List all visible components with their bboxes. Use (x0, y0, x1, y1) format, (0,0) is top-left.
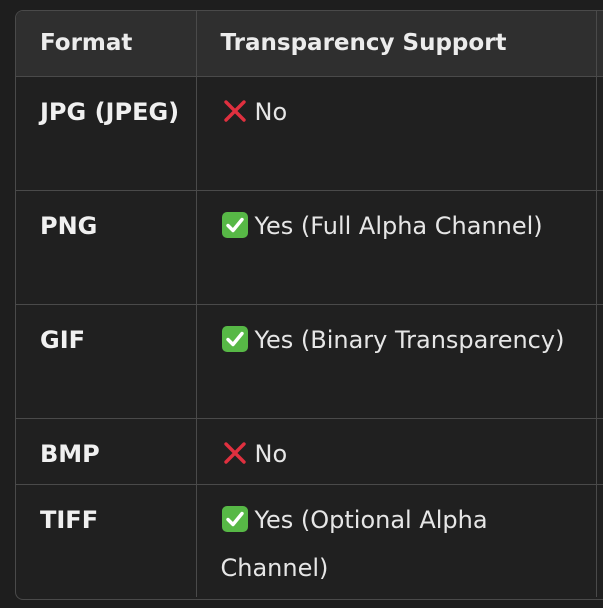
format-cell: JPG (JPEG) (16, 76, 197, 191)
comparison-table-container: Format Transparency Support JPG (JPEG) N… (15, 10, 603, 600)
table-row: BMP No (16, 418, 603, 485)
header-extra (596, 11, 603, 77)
header-row: Format Transparency Support (16, 11, 603, 77)
format-cell: GIF (16, 304, 197, 419)
support-cell: No (196, 418, 597, 485)
header-format: Format (16, 11, 197, 77)
header-transparency-support: Transparency Support (196, 11, 597, 77)
format-cell: BMP (16, 418, 197, 485)
cross-mark-icon (221, 435, 249, 464)
check-mark-icon (221, 321, 249, 352)
extra-cell (596, 484, 603, 597)
support-text: Yes (Binary Transparency) (254, 325, 565, 354)
format-transparency-table: Format Transparency Support JPG (JPEG) N… (16, 11, 603, 597)
support-text: No (254, 97, 288, 126)
check-mark-icon (221, 501, 249, 532)
extra-cell (596, 76, 603, 191)
table-body: JPG (JPEG) No PNG Yes (Full Alpha Channe… (16, 76, 603, 597)
cross-mark-icon (221, 93, 249, 122)
support-text: No (254, 439, 288, 468)
support-cell: No (196, 76, 597, 191)
table-row: GIF Yes (Binary Transparency) (16, 304, 603, 419)
check-mark-icon (221, 207, 249, 238)
format-cell: PNG (16, 190, 197, 305)
support-cell: Yes (Full Alpha Channel) (196, 190, 597, 305)
table-row: PNG Yes (Full Alpha Channel) (16, 190, 603, 305)
table-row: TIFF Yes (Optional Alpha Channel) (16, 484, 603, 597)
table-row: JPG (JPEG) No (16, 76, 603, 191)
support-text: Yes (Full Alpha Channel) (254, 211, 543, 240)
support-cell: Yes (Optional Alpha Channel) (196, 484, 597, 597)
extra-cell (596, 190, 603, 305)
extra-cell (596, 418, 603, 485)
format-cell: TIFF (16, 484, 197, 597)
support-text: Yes (Optional Alpha Channel) (220, 505, 488, 582)
table-header: Format Transparency Support (16, 11, 603, 77)
extra-cell (596, 304, 603, 419)
support-cell: Yes (Binary Transparency) (196, 304, 597, 419)
